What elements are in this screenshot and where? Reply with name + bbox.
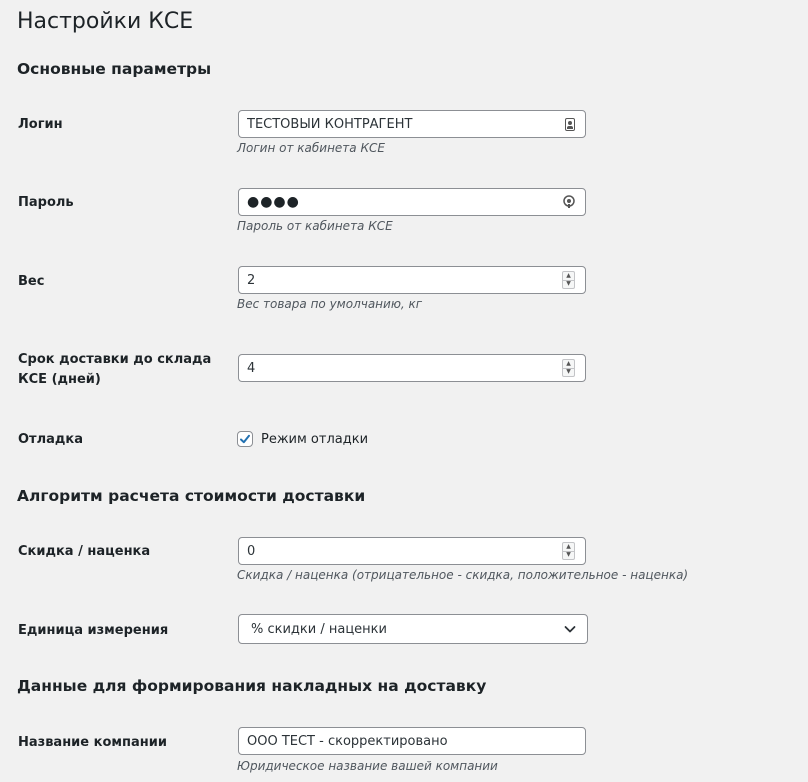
page-title: Настройки КСЕ <box>17 9 194 34</box>
weight-label: Вес <box>18 274 45 289</box>
debug-checkbox[interactable] <box>237 431 253 447</box>
unit-select[interactable]: % скидки / наценки <box>238 614 588 644</box>
debug-option[interactable]: Режим отладки <box>237 431 368 447</box>
spinner-down-icon[interactable]: ▼ <box>563 369 574 377</box>
debug-label: Отладка <box>18 432 83 447</box>
company-value: ООО ТЕСТ - скорректировано <box>247 733 448 749</box>
discount-value: 0 <box>247 543 256 559</box>
delivery-days-value: 4 <box>247 360 256 376</box>
discount-description: Скидка / наценка (отрицательное - скидка… <box>237 568 689 582</box>
spinner-up-icon[interactable]: ▲ <box>563 272 574 281</box>
checkmark-icon <box>240 434 250 444</box>
delivery-days-spinner-icon[interactable]: ▲ ▼ <box>562 359 575 377</box>
company-description: Юридическое название вашей компании <box>237 759 498 773</box>
section-title-waybill: Данные для формирования накладных на дос… <box>17 677 487 695</box>
section-title-main: Основные параметры <box>17 60 212 78</box>
weight-spinner-icon[interactable]: ▲ ▼ <box>562 271 575 289</box>
password-label: Пароль <box>18 195 74 210</box>
spinner-up-icon[interactable]: ▲ <box>563 360 574 369</box>
unit-label: Единица измерения <box>18 623 169 638</box>
key-icon[interactable] <box>562 195 576 209</box>
unit-selected-value: % скидки / наценки <box>251 621 387 637</box>
section-title-algorithm: Алгоритм расчета стоимости доставки <box>17 487 366 505</box>
password-field[interactable]: ●●●● <box>238 188 586 216</box>
delivery-days-label: Срок доставки до склада КСЕ (дней) <box>18 352 212 387</box>
spinner-up-icon[interactable]: ▲ <box>563 543 574 552</box>
login-field[interactable]: ТЕСТОВЫЙ КОНТРАГЕНТ <box>238 110 586 138</box>
login-label: Логин <box>18 117 63 132</box>
debug-checkbox-label[interactable]: Режим отладки <box>261 432 368 447</box>
company-label: Название компании <box>18 735 167 750</box>
login-value: ТЕСТОВЫЙ КОНТРАГЕНТ <box>247 116 413 132</box>
delivery-days-input[interactable]: 4 ▲ ▼ <box>238 354 586 382</box>
company-input[interactable]: ООО ТЕСТ - скорректировано <box>238 727 586 755</box>
id-card-icon[interactable] <box>565 117 575 131</box>
password-value: ●●●● <box>247 194 300 210</box>
chevron-down-icon[interactable] <box>563 622 577 636</box>
spinner-down-icon[interactable]: ▼ <box>563 281 574 289</box>
discount-label: Скидка / наценка <box>18 544 151 559</box>
weight-input[interactable]: 2 ▲ ▼ <box>238 266 586 294</box>
weight-description: Вес товара по умолчанию, кг <box>237 297 423 311</box>
spinner-down-icon[interactable]: ▼ <box>563 552 574 560</box>
login-description: Логин от кабинета КСЕ <box>237 141 385 155</box>
weight-value: 2 <box>247 272 256 288</box>
discount-input[interactable]: 0 ▲ ▼ <box>238 537 586 565</box>
discount-spinner-icon[interactable]: ▲ ▼ <box>562 542 575 560</box>
password-description: Пароль от кабинета КСЕ <box>237 219 393 233</box>
